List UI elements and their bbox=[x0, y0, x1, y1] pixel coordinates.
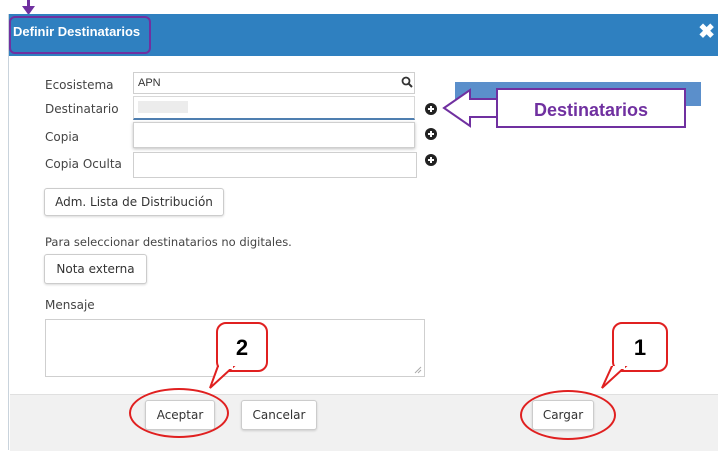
close-icon[interactable]: ✖ bbox=[698, 22, 715, 42]
copia-input[interactable] bbox=[133, 122, 415, 148]
cancelar-button[interactable]: Cancelar bbox=[241, 400, 317, 430]
destinatario-input[interactable] bbox=[133, 96, 415, 120]
adm-lista-distribucion-button[interactable]: Adm. Lista de Distribución bbox=[44, 188, 224, 216]
step-2-bubble: 2 bbox=[216, 322, 268, 372]
copia-label: Copia bbox=[45, 130, 80, 144]
ecosistema-input[interactable]: APN bbox=[133, 72, 415, 94]
ecosistema-label: Ecosistema bbox=[45, 78, 114, 92]
nota-externa-button[interactable]: Nota externa bbox=[44, 254, 147, 284]
cargar-highlight-ellipse bbox=[520, 390, 616, 440]
copia-oculta-input[interactable] bbox=[133, 152, 417, 178]
step-1-bubble: 1 bbox=[612, 322, 668, 372]
add-copia-oculta-plus-icon[interactable] bbox=[425, 154, 437, 166]
redacted-value bbox=[138, 101, 188, 113]
destinatario-label: Destinatario bbox=[45, 102, 119, 116]
destinatarios-arrow-icon bbox=[442, 88, 501, 128]
info-text: Para seleccionar destinatarios no digita… bbox=[45, 235, 292, 249]
search-icon[interactable] bbox=[401, 76, 413, 88]
ecosistema-value: APN bbox=[138, 77, 161, 89]
step-1-pointer-icon bbox=[601, 366, 628, 389]
mensaje-label: Mensaje bbox=[45, 298, 95, 312]
destinatarios-callout: Destinatarios bbox=[496, 88, 686, 128]
step-2-pointer-icon bbox=[209, 366, 236, 389]
copia-oculta-label: Copia Oculta bbox=[45, 157, 122, 171]
add-destinatario-plus-icon[interactable] bbox=[425, 103, 437, 115]
aceptar-highlight-ellipse bbox=[129, 388, 229, 438]
resize-grip-icon bbox=[414, 366, 422, 374]
title-highlight-box bbox=[9, 16, 151, 54]
add-copia-plus-icon[interactable] bbox=[425, 128, 437, 140]
